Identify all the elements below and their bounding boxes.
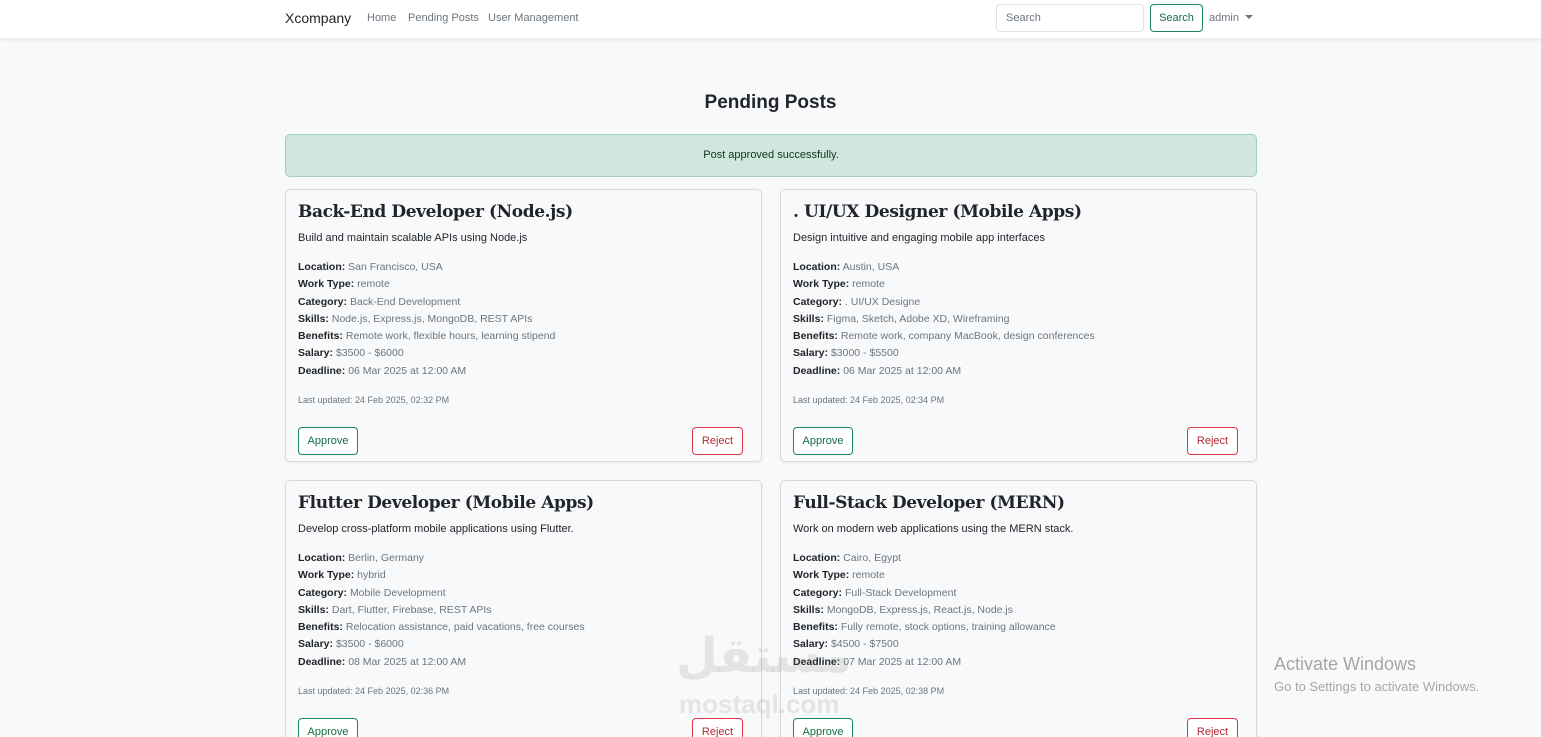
post-skills: Skills: Figma, Sketch, Adobe XD, Wirefra… [793,313,1010,325]
post-category: Category: Mobile Development [298,587,446,599]
caret-down-icon [1244,15,1253,19]
activation-title: Activate Windows [1274,654,1417,674]
success-alert: Post approved successfully. [285,134,1257,177]
post-card: Full-Stack Developer (MERN) Work on mode… [780,480,1257,737]
top-navbar: Xcompany Home Pending Posts User Managem… [0,0,1541,39]
post-skills: Skills: Dart, Flutter, Firebase, REST AP… [298,604,492,616]
search-button[interactable]: Search [1150,4,1203,32]
post-deadline: Deadline: 08 Mar 2025 at 12:00 AM [298,656,467,668]
post-description: Build and maintain scalable APIs using N… [298,232,528,244]
post-description: Work on modern web applications using th… [793,523,1074,535]
post-description: Develop cross-platform mobile applicatio… [298,523,574,535]
brand-link[interactable]: Xcompany [285,10,351,26]
watermark-logo-latin: mostaql.com [679,689,840,719]
reject-button[interactable]: Reject [692,718,743,737]
post-location: Location: Austin, USA [793,261,900,273]
post-category: Category: Full-Stack Development [793,587,957,599]
post-category: Category: . UI/UX Designe [793,296,921,308]
reject-button[interactable]: Reject [1187,427,1238,455]
post-last-updated: Last updated: 24 Feb 2025, 02:36 PM [298,686,450,696]
watermark-logo-arabic: مستقل [676,628,852,684]
approve-button[interactable]: Approve [298,427,358,455]
windows-activation-notice: Activate Windows Go to Settings to activ… [1274,654,1479,694]
post-title: Back-End Developer (Node.js) [298,202,573,222]
post-description: Design intuitive and engaging mobile app… [793,232,1045,244]
post-location: Location: San Francisco, USA [298,261,443,273]
post-title: Full-Stack Developer (MERN) [793,493,1065,513]
nav-link-pending-posts[interactable]: Pending Posts [408,12,479,24]
post-work-type: Work Type: hybrid [298,569,386,581]
activation-subtitle: Go to Settings to activate Windows. [1274,679,1480,694]
post-category: Category: Back-End Development [298,296,461,308]
post-skills: Skills: Node.js, Express.js, MongoDB, RE… [298,313,533,325]
user-dropdown[interactable]: admin [1209,12,1253,24]
approve-button[interactable]: Approve [298,718,358,737]
post-deadline: Deadline: 06 Mar 2025 at 12:00 AM [793,365,962,377]
post-benefits: Benefits: Remote work, company MacBook, … [793,330,1095,342]
post-work-type: Work Type: remote [793,278,885,290]
nav-link-user-management[interactable]: User Management [488,12,579,24]
post-salary: Salary: $3500 - $6000 [298,638,404,650]
post-deadline: Deadline: 06 Mar 2025 at 12:00 AM [298,365,467,377]
post-benefits: Benefits: Remote work, flexible hours, l… [298,330,556,342]
nav-link-home[interactable]: Home [367,12,396,24]
user-name: admin [1209,12,1239,24]
post-work-type: Work Type: remote [298,278,390,290]
reject-button[interactable]: Reject [692,427,743,455]
post-location: Location: Berlin, Germany [298,552,425,564]
post-card: . UI/UX Designer (Mobile Apps) Design in… [780,189,1257,462]
post-salary: Salary: $3500 - $6000 [298,347,404,359]
post-salary: Salary: $3000 - $5500 [793,347,899,359]
post-last-updated: Last updated: 24 Feb 2025, 02:34 PM [793,395,945,405]
reject-button[interactable]: Reject [1187,718,1238,737]
search-input[interactable] [996,4,1144,32]
approve-button[interactable]: Approve [793,427,853,455]
post-skills: Skills: MongoDB, Express.js, React.js, N… [793,604,1014,616]
post-benefits: Benefits: Relocation assistance, paid va… [298,621,585,633]
page-title: Pending Posts [704,92,837,113]
post-title: Flutter Developer (Mobile Apps) [298,493,594,513]
post-title: . UI/UX Designer (Mobile Apps) [793,202,1082,222]
approve-button[interactable]: Approve [793,718,853,737]
post-location: Location: Cairo, Egypt [793,552,901,564]
post-last-updated: Last updated: 24 Feb 2025, 02:32 PM [298,395,450,405]
post-work-type: Work Type: remote [793,569,885,581]
post-card: Back-End Developer (Node.js) Build and m… [285,189,762,462]
